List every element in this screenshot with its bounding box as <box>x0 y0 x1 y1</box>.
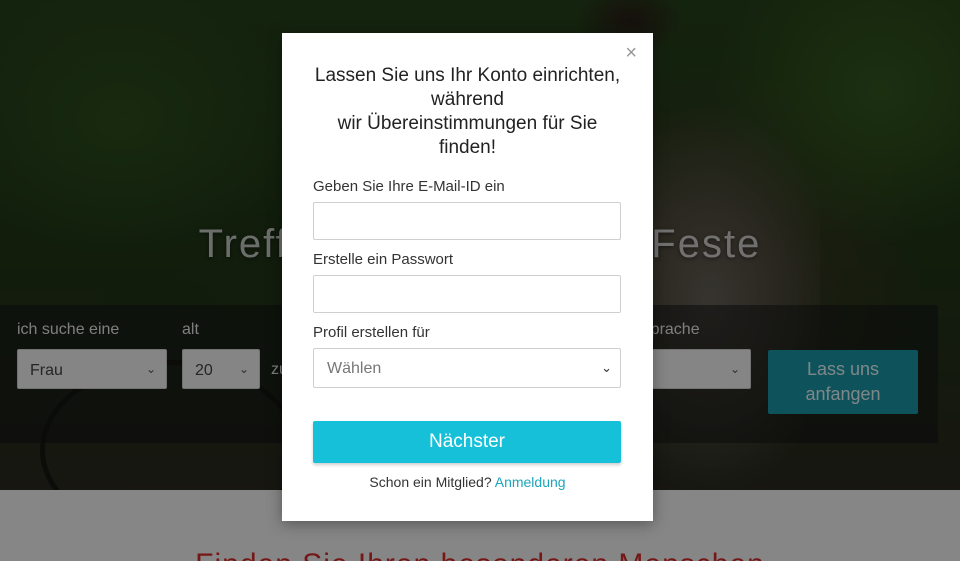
close-icon[interactable]: × <box>625 43 637 63</box>
email-field[interactable] <box>313 202 621 240</box>
modal-title-line: während <box>431 89 504 110</box>
member-line: Schon ein Mitglied? Anmeldung <box>282 474 653 490</box>
member-text: Schon ein Mitglied? <box>369 474 492 490</box>
password-label: Erstelle ein Passwort <box>313 251 454 268</box>
signup-modal: × Lassen Sie uns Ihr Konto einrichten, w… <box>282 33 653 521</box>
profile-for-select-value: Wählen <box>327 360 382 377</box>
email-label: Geben Sie Ihre E-Mail-ID ein <box>313 178 505 195</box>
login-link[interactable]: Anmeldung <box>495 474 566 490</box>
modal-title-line: Lassen Sie uns Ihr Konto einrichten, <box>314 65 621 86</box>
profile-for-label: Profil erstellen für <box>313 324 430 341</box>
password-field[interactable] <box>313 275 621 313</box>
modal-title: Lassen Sie uns Ihr Konto einrichten, wäh… <box>292 64 643 160</box>
modal-title-line: finden! <box>438 137 497 158</box>
profile-for-select[interactable]: Wählen ⌄ <box>313 348 621 388</box>
next-button[interactable]: Nächster <box>313 421 621 463</box>
modal-title-line: wir Übereinstimmungen für Sie <box>337 113 598 134</box>
chevron-down-icon: ⌄ <box>601 360 612 375</box>
